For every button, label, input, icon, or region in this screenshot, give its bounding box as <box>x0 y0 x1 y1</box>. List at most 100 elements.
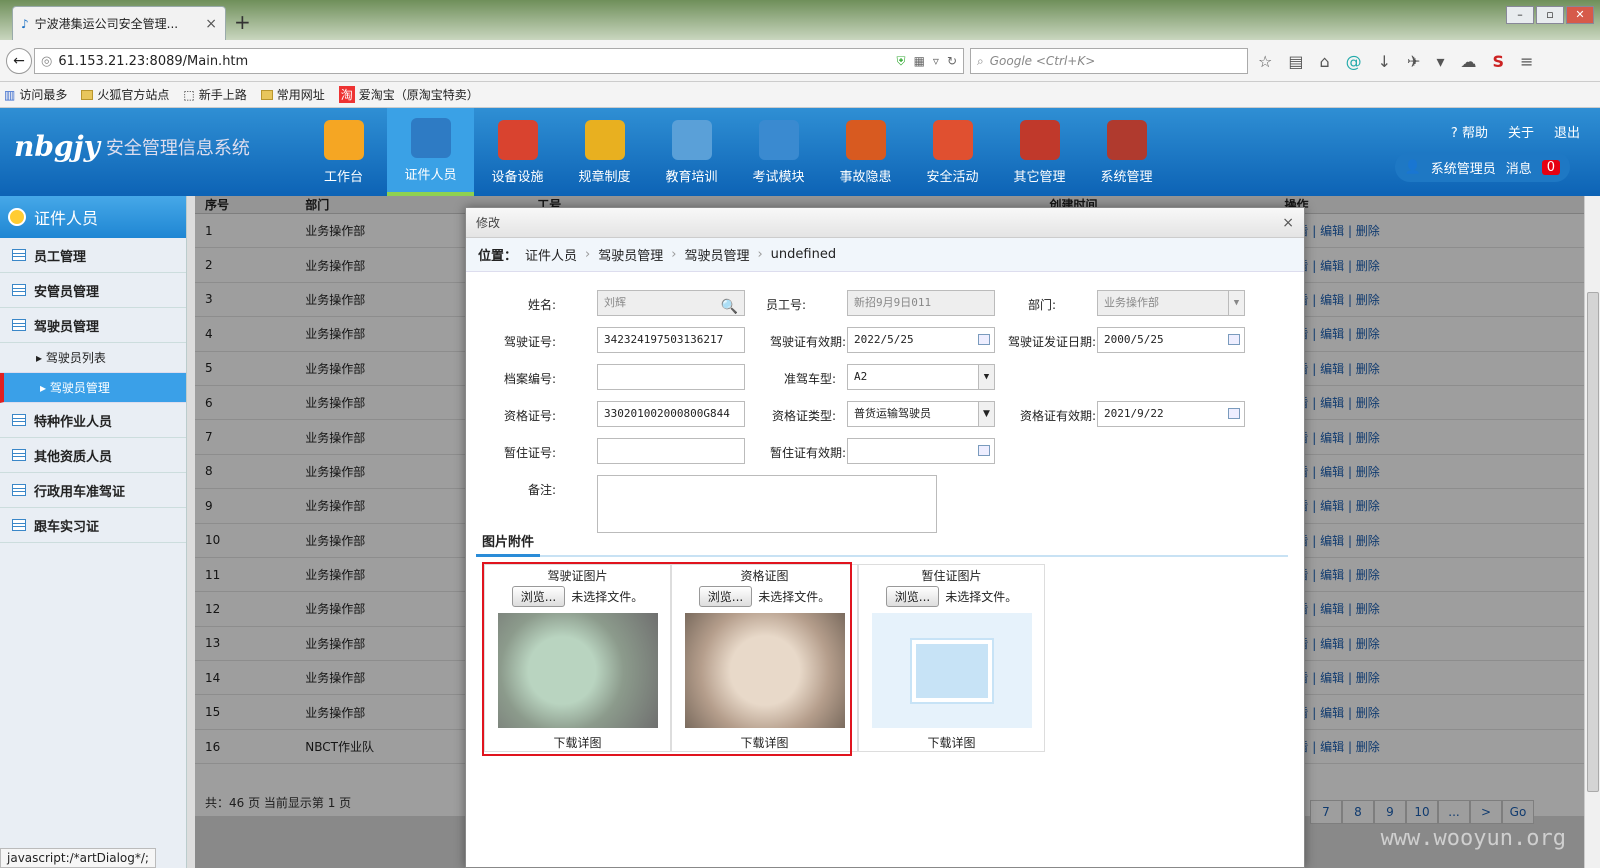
file-no-label: 档案编号: <box>503 372 556 386</box>
tab-title: 宁波港集运公司安全管理... <box>34 17 179 31</box>
close-icon[interactable]: × <box>1282 215 1294 231</box>
sidebar-item-drivers[interactable]: 驾驶员管理 <box>0 308 186 343</box>
maximize-icon[interactable]: ▫ <box>1536 6 1564 24</box>
module-nav-item[interactable]: 事故隐患 <box>822 108 909 196</box>
chevron-down-icon[interactable]: ▼ <box>978 365 994 389</box>
window-controls: – ▫ ✕ <box>1506 6 1594 24</box>
help-link[interactable]: ? 帮助 <box>1451 122 1488 141</box>
sidebar-item-employees[interactable]: 员工管理 <box>0 238 186 273</box>
attachment-card-residence: 暂住证图片 浏览... 未选择文件。 下载详图 <box>858 564 1045 752</box>
dropdown-icon[interactable]: ▿ <box>933 54 939 69</box>
header-links: ? 帮助 关于 退出 <box>1451 122 1580 141</box>
reload-icon[interactable]: ↻ <box>947 54 957 69</box>
module-nav-item[interactable]: 教育培训 <box>648 108 735 196</box>
sidebar-subitem-driver-manage[interactable]: ▸ 驾驶员管理 <box>0 373 186 403</box>
qual-exp-field[interactable]: 2021/9/22 <box>1097 401 1245 427</box>
browse-button[interactable]: 浏览... <box>698 586 753 607</box>
module-nav-item[interactable]: 考试模块 <box>735 108 822 196</box>
bookmark-firefox[interactable]: 火狐官方站点 <box>81 86 169 103</box>
extension-icon[interactable]: ✈ <box>1407 52 1420 71</box>
page-scrollbar[interactable] <box>1584 196 1600 868</box>
bookmark-star-icon[interactable]: ☆ <box>1258 52 1272 71</box>
bookmark-aitaobao[interactable]: 淘爱淘宝（原淘宝特卖） <box>338 86 479 103</box>
tab-close-icon[interactable]: × <box>205 16 217 32</box>
app-logo[interactable]: nbgjy 安全管理信息系统 <box>14 130 250 163</box>
breadcrumb-separator-icon: › <box>757 247 763 262</box>
module-nav-item[interactable]: 系统管理 <box>1083 108 1170 196</box>
calendar-icon[interactable] <box>978 445 990 456</box>
module-nav-item[interactable]: 安全活动 <box>909 108 996 196</box>
sidebar-header[interactable]: 证件人员 <box>0 196 186 238</box>
close-window-icon[interactable]: ✕ <box>1566 6 1594 24</box>
attachment-card-qualification: 资格证图 浏览... 未选择文件。 下载详图 <box>671 564 858 752</box>
calendar-icon[interactable] <box>1228 334 1240 345</box>
download-icon[interactable]: ↓ <box>1378 52 1391 71</box>
tab-attachments[interactable]: 图片附件 <box>476 531 541 557</box>
at-icon[interactable]: @ <box>1346 52 1362 71</box>
addon-s-icon[interactable]: S <box>1492 52 1504 71</box>
message-count-badge[interactable]: 0 <box>1541 159 1560 175</box>
download-link[interactable]: 下载详图 <box>553 734 601 751</box>
module-icon <box>323 119 364 160</box>
breadcrumb-item: 驾驶员管理 <box>598 249 664 264</box>
license-exp-field[interactable]: 2022/5/25 <box>847 327 995 353</box>
bookmark-most-visited[interactable]: ▥ 访问最多 <box>4 86 67 103</box>
chevron-down-icon[interactable]: ▾ <box>1436 52 1444 71</box>
browse-button[interactable]: 浏览... <box>511 586 566 607</box>
logout-link[interactable]: 退出 <box>1554 122 1580 141</box>
module-nav-item[interactable]: 设备设施 <box>474 108 561 196</box>
sidebar-item-special-workers[interactable]: 特种作业人员 <box>0 403 186 438</box>
module-nav-item[interactable]: 其它管理 <box>996 108 1083 196</box>
sidebar-subitem-driver-list[interactable]: ▸ 驾驶员列表 <box>0 343 186 373</box>
breadcrumb-item: 驾驶员管理 <box>684 249 750 264</box>
calendar-icon[interactable] <box>1228 408 1240 419</box>
sidebar-item-trainee-cert[interactable]: 跟车实习证 <box>0 508 186 543</box>
home-icon[interactable]: ⌂ <box>1319 52 1329 71</box>
module-nav-item[interactable]: 证件人员 <box>387 108 474 196</box>
bookmark-common-sites[interactable]: 常用网址 <box>260 86 325 103</box>
edit-form: 姓名: 刘辉 🔍 员工号: 新招9月9日011 部门: 业务操作部 ▼ 驾驶证号: … <box>466 272 1304 552</box>
qual-type-select[interactable]: 普货运输驾驶员 ▼ <box>847 401 995 427</box>
qual-exp-label: 资格证有效期: <box>1019 409 1096 423</box>
sidebar-item-safety-officers[interactable]: 安管员管理 <box>0 273 186 308</box>
about-link[interactable]: 关于 <box>1508 122 1534 141</box>
url-bar[interactable]: ◎ 61.153.21.23:8089/Main.htm ⛨ ▦ ▿ ↻ <box>34 48 964 74</box>
download-link[interactable]: 下载详图 <box>740 734 788 751</box>
messages-link[interactable]: 消息 <box>1506 158 1532 177</box>
download-link[interactable]: 下载详图 <box>927 734 975 751</box>
system-title: 安全管理信息系统 <box>105 137 250 159</box>
chat-icon[interactable]: ☁ <box>1460 52 1476 71</box>
license-issue-field[interactable]: 2000/5/25 <box>1097 327 1245 353</box>
browse-button[interactable]: 浏览... <box>885 586 940 607</box>
module-nav-item[interactable]: 工作台 <box>300 108 387 196</box>
user-name[interactable]: 系统管理员 <box>1431 158 1496 177</box>
sidebar-item-other-qualified[interactable]: 其他资质人员 <box>0 438 186 473</box>
vehicle-type-select[interactable]: A2 ▼ <box>847 364 995 390</box>
breadcrumb-separator-icon: › <box>585 247 591 262</box>
reading-list-icon[interactable]: ▤ <box>1288 52 1303 71</box>
no-file-text: 未选择文件。 <box>945 590 1018 604</box>
file-no-field[interactable] <box>597 364 745 390</box>
menu-icon[interactable]: ≡ <box>1520 52 1533 71</box>
scrollbar-thumb[interactable] <box>1587 292 1599 792</box>
temp-no-field[interactable] <box>597 438 745 464</box>
globe-icon: ◎ <box>41 53 53 69</box>
back-arrow-icon[interactable]: ← <box>6 48 32 74</box>
qual-no-field[interactable]: 330201002000800G844 <box>597 401 745 427</box>
temp-exp-field[interactable] <box>847 438 995 464</box>
browser-tab[interactable]: ♪ 宁波港集运公司安全管理... × <box>12 6 226 40</box>
license-no-field[interactable]: 342324197503136217 <box>597 327 745 353</box>
new-tab-icon[interactable]: + <box>234 10 251 34</box>
browser-nav-bar: ← ◎ 61.153.21.23:8089/Main.htm ⛨ ▦ ▿ ↻ ⌕… <box>0 40 1600 82</box>
bookmark-getting-started[interactable]: ⬚ 新手上路 <box>183 86 246 103</box>
minimize-icon[interactable]: – <box>1506 6 1534 24</box>
module-label: 工作台 <box>323 169 363 185</box>
module-nav-item[interactable]: 规章制度 <box>561 108 648 196</box>
remark-textarea[interactable] <box>597 475 937 533</box>
qr-code-icon[interactable]: ▦ <box>914 54 925 69</box>
remark-label: 备注: <box>527 483 556 497</box>
search-box[interactable]: ⌕ Google <Ctrl+K> <box>970 48 1248 74</box>
qualification-photo <box>684 613 845 728</box>
list-icon <box>12 519 26 531</box>
sidebar-item-admin-vehicle[interactable]: 行政用车准驾证 <box>0 473 186 508</box>
